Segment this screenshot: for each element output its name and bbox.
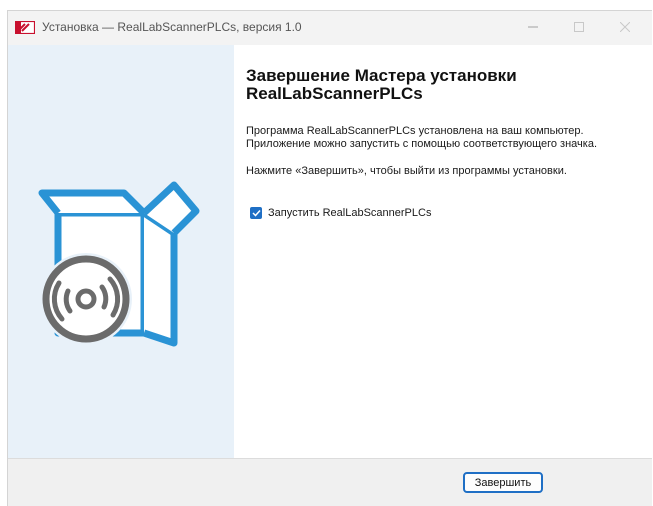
launch-app-option[interactable]: Запустить RealLabScannerPLCs [250, 207, 431, 219]
minimize-icon [528, 19, 538, 37]
launch-app-checkbox[interactable] [250, 207, 262, 219]
installer-window: Установка — RealLabScannerPLCs, версия 1… [7, 10, 652, 506]
button-bar: Завершить [8, 458, 652, 506]
close-button[interactable] [602, 11, 648, 45]
install-complete-text: Программа RealLabScannerPLCs установлена… [246, 125, 584, 137]
maximize-icon [574, 19, 584, 37]
box-with-disc-icon [36, 171, 206, 376]
wizard-side-panel [8, 45, 234, 458]
finish-instruction-text: Нажмите «Завершить», чтобы выйти из прог… [246, 165, 567, 177]
title-bar: Установка — RealLabScannerPLCs, версия 1… [8, 11, 652, 45]
app-logo-icon [14, 20, 36, 35]
minimize-button[interactable] [510, 11, 556, 45]
page-title: Завершение Мастера установки RealLabScan… [246, 66, 517, 103]
finish-button[interactable]: Завершить [463, 472, 543, 493]
launch-app-label[interactable]: Запустить RealLabScannerPLCs [268, 207, 431, 219]
checkmark-icon [251, 204, 261, 222]
launch-hint-text: Приложение можно запустить с помощью соо… [246, 138, 598, 150]
close-icon [619, 19, 631, 37]
window-title: Установка — RealLabScannerPLCs, версия 1… [42, 20, 302, 34]
maximize-button[interactable] [556, 11, 602, 45]
